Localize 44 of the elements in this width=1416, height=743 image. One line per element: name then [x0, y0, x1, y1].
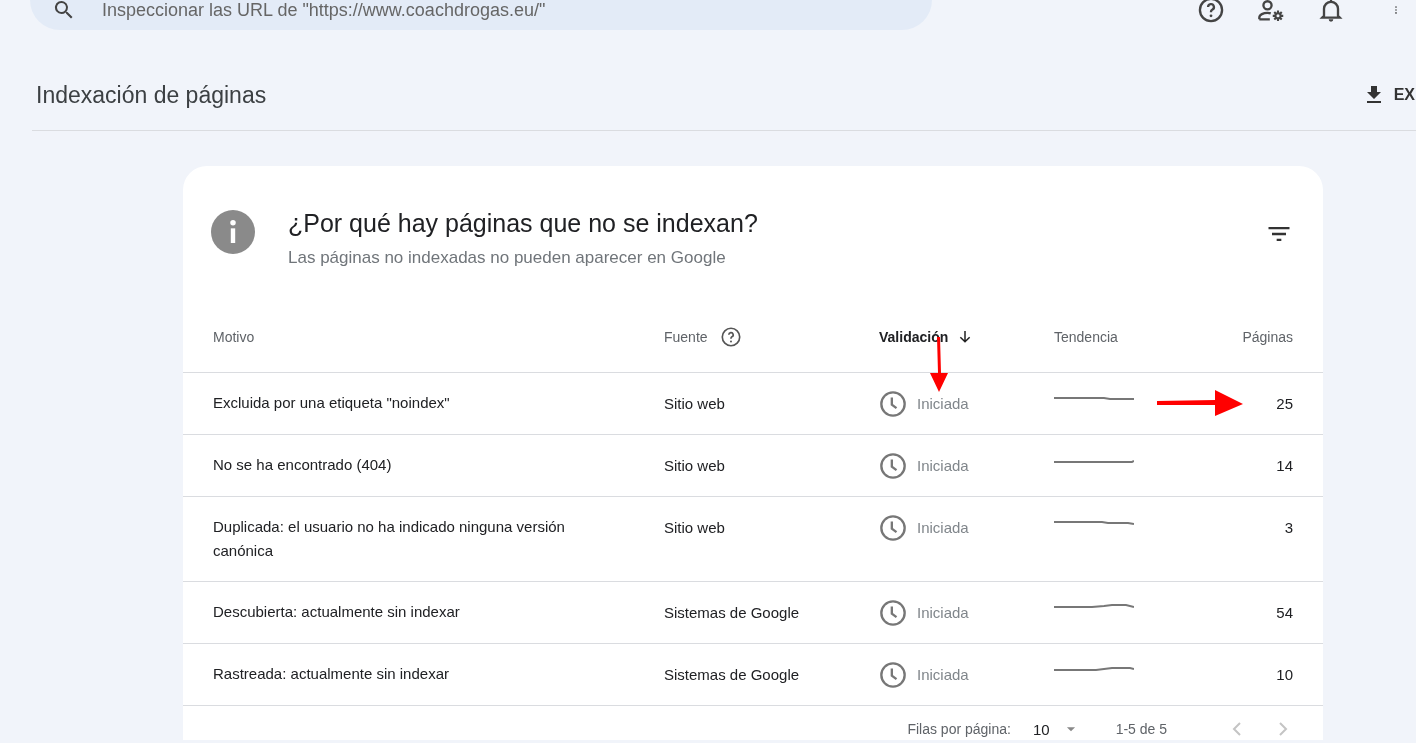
status-text: Iniciada [917, 394, 969, 414]
clock-icon [879, 389, 907, 418]
card-subtitle: Las páginas no indexadas no pueden aparecer en Google [288, 248, 727, 268]
table-cell-text: 54 [1276, 603, 1293, 623]
rows-per-page-dropdown[interactable]: 10 [1032, 720, 1078, 738]
column-header[interactable]: Páginas [1242, 328, 1293, 345]
card-title: ¿Por qué hay páginas que no se indexan? [288, 209, 759, 238]
table-cell-text: Excluida por una etiqueta "noindex" [213, 393, 450, 413]
export-button[interactable]: EX [1361, 83, 1416, 107]
help-icon[interactable] [719, 325, 742, 348]
table-cell-text: 14 [1276, 456, 1293, 476]
page-range: 1-5 de 5 [1115, 721, 1167, 737]
search-input[interactable]: Inspeccionar las URL de "https://www.coachdrogas.eu/" [100, 0, 804, 22]
table-cell-text: Rastreada: actualmente sin indexar [213, 664, 449, 684]
status-text: Iniciada [917, 456, 969, 476]
rows-per-page-label: Filas por página: [907, 721, 1011, 737]
help-icon[interactable] [1197, 0, 1225, 24]
table-cell-text: No se ha encontrado (404) [213, 455, 392, 475]
search-field[interactable]: Inspeccionar las URL de "https://www.coachdrogas.eu/" [30, 0, 932, 30]
info-icon [211, 210, 255, 254]
status-text: Iniciada [917, 518, 969, 538]
column-header[interactable]: Motivo [213, 328, 255, 345]
table-cell-text: Descubierta: actualmente sin indexar [213, 602, 460, 622]
table-cell-text: Sitio web [664, 518, 725, 538]
table-cell-text: 10 [1276, 665, 1293, 685]
user-settings-icon[interactable] [1257, 0, 1285, 24]
table-cell-text: Sistemas de Google [664, 665, 800, 685]
clock-icon [879, 660, 907, 689]
table-cell-text: Duplicada: el usuario no ha indicado ninguna versión canónica [213, 517, 566, 561]
clock-icon [879, 513, 907, 542]
column-header[interactable]: Validación [879, 328, 949, 345]
bell-icon[interactable] [1317, 0, 1345, 24]
status-text: Iniciada [917, 603, 969, 623]
table-cell-text: 25 [1276, 394, 1293, 414]
page-title: Indexación de páginas [36, 81, 267, 109]
clock-icon [879, 451, 907, 480]
status-text: Iniciada [917, 665, 969, 685]
table-cell-text: Sistemas de Google [664, 603, 800, 623]
column-header[interactable]: Tendencia [1054, 328, 1118, 345]
table-cell-text: 3 [1284, 518, 1293, 538]
clock-icon [879, 598, 907, 627]
column-header[interactable]: Fuente [664, 328, 708, 345]
table-cell-text: Sitio web [664, 456, 725, 476]
table-cell-text: Sitio web [664, 394, 725, 414]
